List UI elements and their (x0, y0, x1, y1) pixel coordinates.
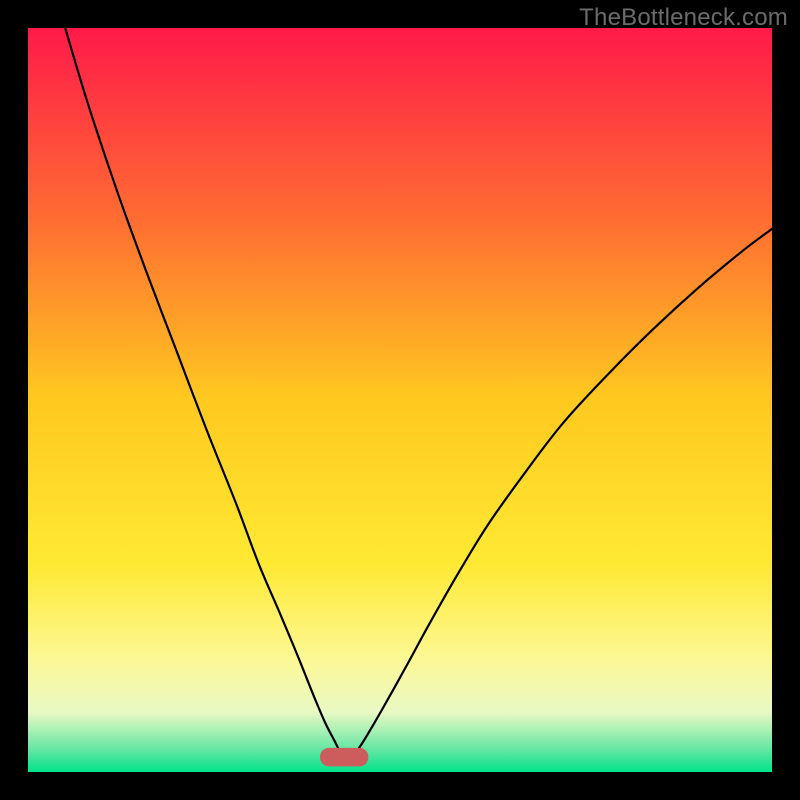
chart-frame: TheBottleneck.com (0, 0, 800, 800)
chart-svg (28, 28, 772, 772)
plot-area (28, 28, 772, 772)
gradient-background (28, 28, 772, 772)
optimal-marker (320, 748, 368, 767)
